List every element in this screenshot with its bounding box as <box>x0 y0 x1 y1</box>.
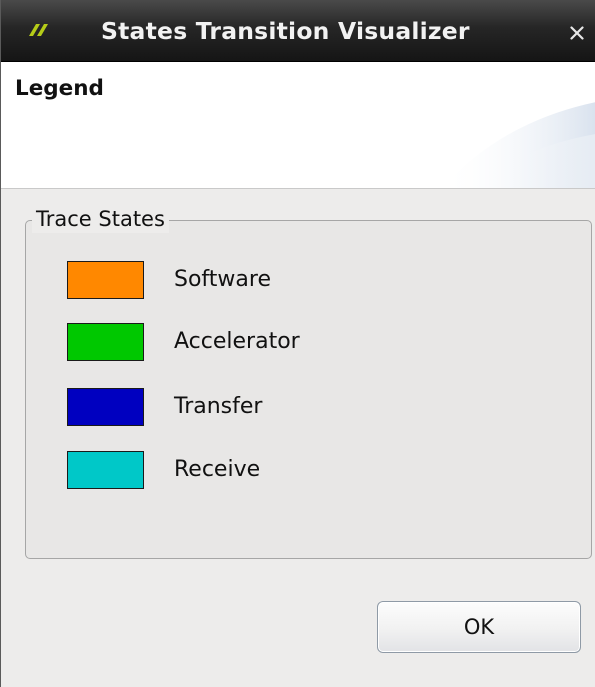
legend-item-transfer: Transfer <box>67 388 427 428</box>
close-button[interactable] <box>563 14 593 50</box>
legend-label-receive: Receive <box>174 457 261 482</box>
legend-label-transfer: Transfer <box>174 394 263 419</box>
app-logo-icon <box>29 24 48 36</box>
window-title: States Transition Visualizer <box>101 17 470 45</box>
transfer-color-swatch <box>67 388 144 426</box>
dialog-header: Legend <box>1 62 595 189</box>
dialog-window: States Transition Visualizer Legend Trac… <box>0 0 595 687</box>
accelerator-color-swatch <box>67 323 144 361</box>
legend-item-accelerator: Accelerator <box>67 323 427 363</box>
legend-item-software: Software <box>67 261 427 301</box>
legend-heading: Legend <box>15 76 104 101</box>
receive-color-swatch <box>67 451 144 489</box>
title-bar[interactable]: States Transition Visualizer <box>1 0 595 62</box>
legend-label-software: Software <box>174 267 271 292</box>
software-color-swatch <box>67 261 144 299</box>
trace-states-group-title: Trace States <box>32 205 169 233</box>
legend-item-receive: Receive <box>67 451 427 491</box>
ok-button[interactable]: OK <box>377 601 581 653</box>
close-icon <box>570 26 584 40</box>
legend-label-accelerator: Accelerator <box>174 329 300 354</box>
